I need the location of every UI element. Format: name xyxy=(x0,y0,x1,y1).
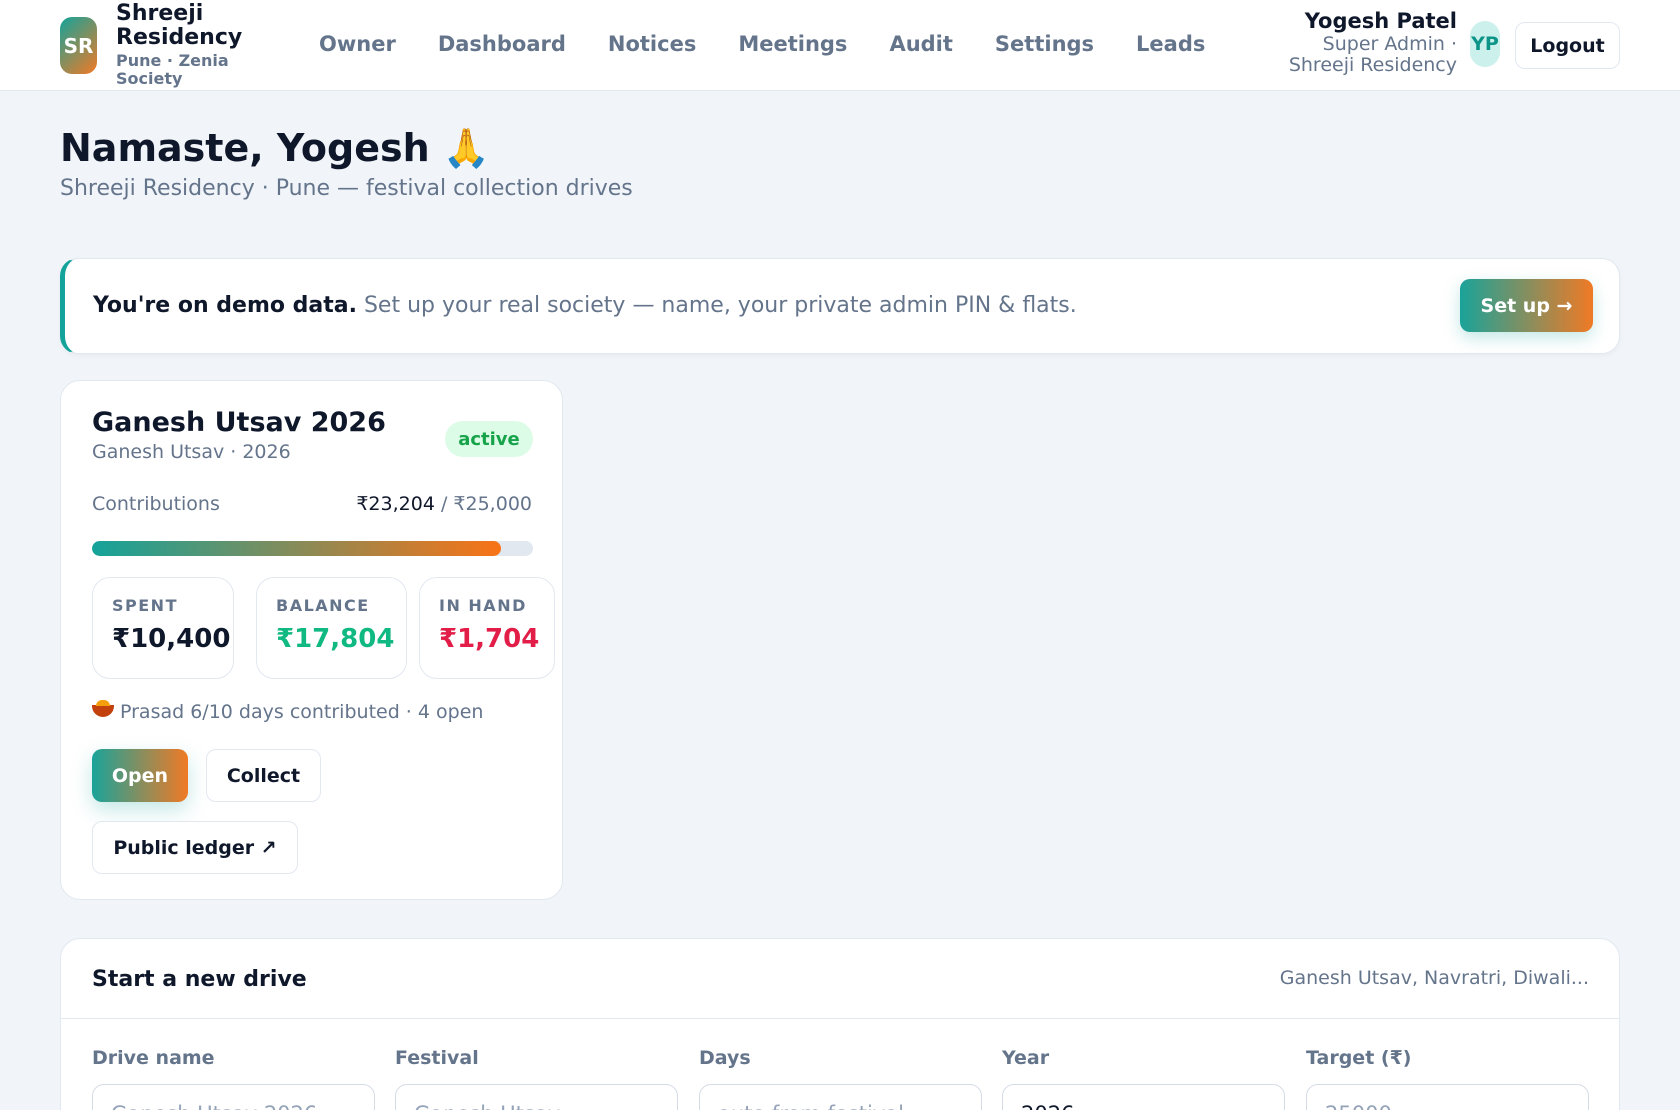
collect-button[interactable]: Collect xyxy=(206,749,321,802)
nav-settings[interactable]: Settings xyxy=(974,32,1115,56)
nav-owner[interactable]: Owner xyxy=(298,32,417,56)
festival-input[interactable] xyxy=(395,1084,678,1110)
nav-dashboard[interactable]: Dashboard xyxy=(417,32,587,56)
demo-data-banner: You're on demo data. Set up your real so… xyxy=(60,258,1620,354)
drive-card: Ganesh Utsav 2026 Ganesh Utsav · 2026 ac… xyxy=(60,380,563,900)
panel-divider xyxy=(61,1018,1619,1019)
contributions-value: ₹23,204 / ₹25,000 xyxy=(356,493,532,515)
user-name: Yogesh Patel xyxy=(1304,9,1457,33)
drive-subtitle: Ganesh Utsav · 2026 xyxy=(92,441,291,463)
raised-amount: ₹23,204 xyxy=(356,493,435,515)
nav-leads[interactable]: Leads xyxy=(1115,32,1226,56)
progress-fill xyxy=(92,541,502,556)
brand-name: Shreeji Residency xyxy=(116,1,243,50)
main-nav: Owner Dashboard Notices Meetings Audit S… xyxy=(298,0,1226,88)
page-title: Namaste, Yogesh 🙏 xyxy=(60,126,491,170)
user-society: Shreeji Residency xyxy=(1288,54,1457,76)
nav-audit[interactable]: Audit xyxy=(868,32,973,56)
user-info: Yogesh Patel Super Admin · Shreeji Resid… xyxy=(1289,8,1457,76)
brand-subtitle: Pune · Zenia Society xyxy=(116,51,229,88)
banner-message: You're on demo data. Set up your real so… xyxy=(93,293,1077,318)
top-navbar: SR Shreeji Residency Pune · Zenia Societ… xyxy=(0,0,1680,91)
year-input[interactable] xyxy=(1002,1084,1285,1110)
avatar-initials: YP xyxy=(1471,33,1499,55)
new-drive-title: Start a new drive xyxy=(92,967,307,992)
in-hand-label: IN HAND xyxy=(439,596,527,615)
prasad-status: Prasad 6/10 days contributed · 4 open xyxy=(92,700,484,723)
page-subtitle: Shreeji Residency · Pune — festival coll… xyxy=(60,176,633,201)
nav-notices[interactable]: Notices xyxy=(587,32,717,56)
in-hand-stat: IN HAND ₹1,704 xyxy=(419,577,555,679)
new-drive-hint: Ganesh Utsav, Navratri, Diwali... xyxy=(1279,967,1589,989)
setup-button[interactable]: Set up → xyxy=(1460,279,1593,332)
drive-title: Ganesh Utsav 2026 xyxy=(92,407,386,438)
target-amount: ₹25,000 xyxy=(453,493,532,515)
avatar[interactable]: YP xyxy=(1470,21,1500,67)
drive-name-label: Drive name xyxy=(92,1047,215,1069)
days-input[interactable] xyxy=(699,1084,982,1110)
logout-button[interactable]: Logout xyxy=(1515,22,1620,69)
public-ledger-button[interactable]: Public ledger ↗ xyxy=(92,821,298,874)
logo-initials: SR xyxy=(63,33,94,58)
balance-stat: BALANCE ₹17,804 xyxy=(256,577,407,679)
year-label: Year xyxy=(1002,1047,1050,1069)
nav-meetings[interactable]: Meetings xyxy=(717,32,868,56)
banner-bold-text: You're on demo data. xyxy=(93,293,357,318)
balance-value: ₹17,804 xyxy=(276,624,395,654)
contributions-label: Contributions xyxy=(92,493,220,515)
prasad-text: Prasad 6/10 days contributed · 4 open xyxy=(120,701,484,723)
balance-label: BALANCE xyxy=(276,596,370,615)
contribution-progress-bar xyxy=(92,541,533,556)
open-drive-button[interactable]: Open xyxy=(92,749,188,802)
spent-value: ₹10,400 xyxy=(112,624,231,654)
bowl-icon xyxy=(92,700,114,717)
spent-stat: SPENT ₹10,400 xyxy=(92,577,234,679)
target-label: Target (₹) xyxy=(1306,1047,1412,1069)
banner-text: Set up your real society — name, your pr… xyxy=(363,293,1077,318)
status-badge: active xyxy=(445,421,533,457)
new-drive-panel: Start a new drive Ganesh Utsav, Navratri… xyxy=(60,938,1620,1110)
days-label: Days xyxy=(699,1047,751,1069)
target-input[interactable] xyxy=(1306,1084,1589,1110)
user-role: Super Admin · xyxy=(1322,33,1457,55)
brand-block: Shreeji Residency Pune · Zenia Society xyxy=(116,2,256,88)
festival-label: Festival xyxy=(395,1047,479,1069)
contributions-separator: / xyxy=(440,493,454,515)
society-logo[interactable]: SR xyxy=(60,17,97,74)
in-hand-value: ₹1,704 xyxy=(439,624,540,654)
spent-label: SPENT xyxy=(112,596,178,615)
drive-name-input[interactable] xyxy=(92,1084,375,1110)
